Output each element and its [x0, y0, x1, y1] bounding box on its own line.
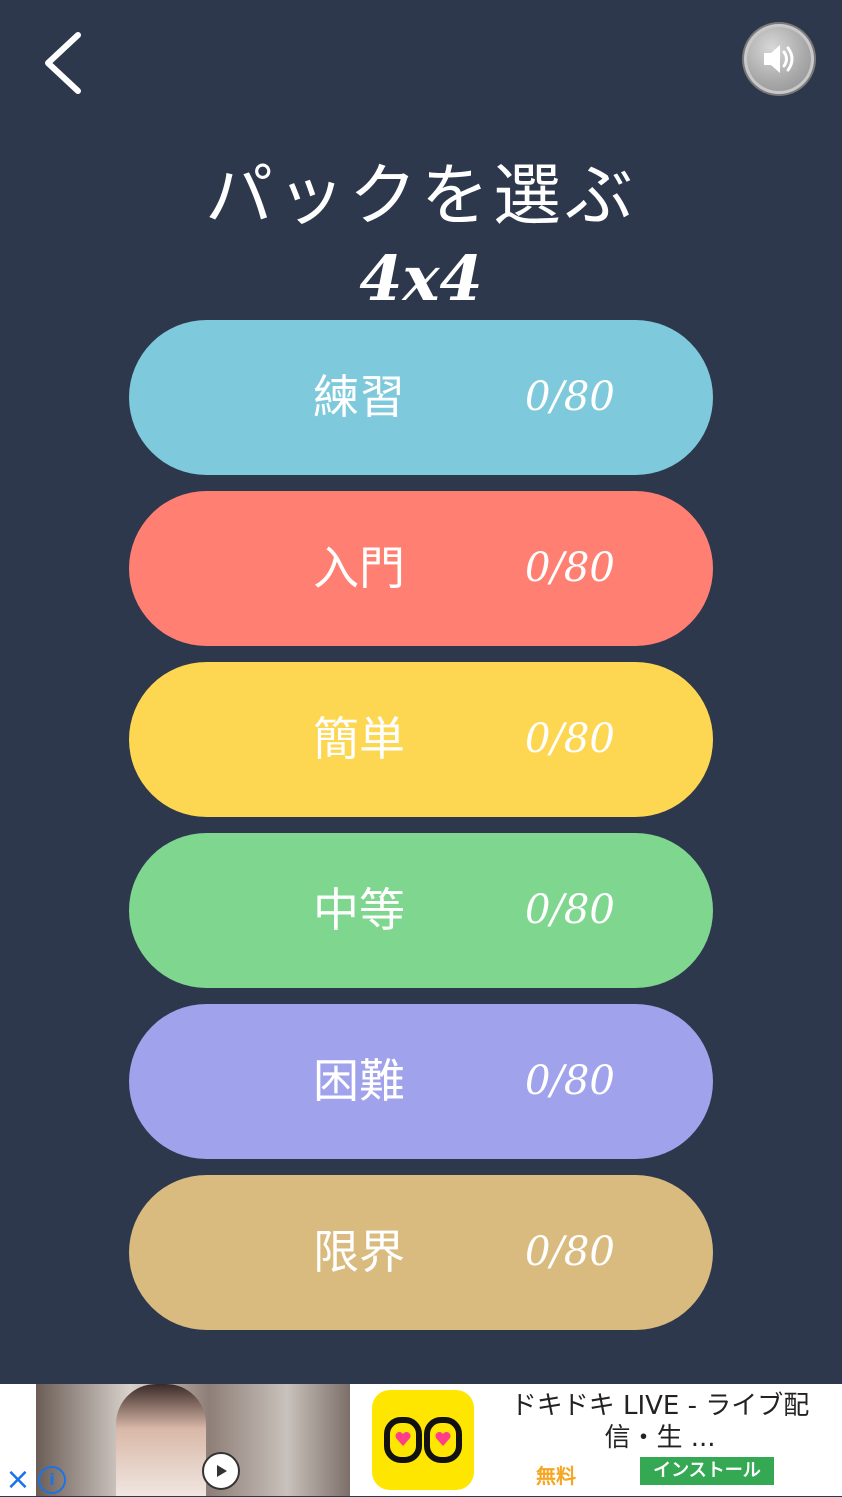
ad-video-thumbnail[interactable]	[36, 1384, 350, 1496]
pack-progress: 0/80	[525, 1058, 615, 1104]
pack-name: 困難	[313, 1054, 405, 1108]
sound-toggle-button[interactable]	[744, 24, 814, 94]
ad-install-button[interactable]: インストール	[640, 1457, 774, 1485]
pack-list: 練習 0/80 入門 0/80 簡単 0/80 中等 0/80 困難 0/80 …	[129, 320, 713, 1346]
back-button[interactable]	[30, 25, 100, 105]
speaker-on-icon	[764, 45, 794, 73]
close-icon[interactable]: ×	[4, 1465, 32, 1495]
pack-button-hard[interactable]: 困難 0/80	[129, 1004, 713, 1159]
pack-progress: 0/80	[525, 716, 615, 762]
pack-progress: 0/80	[525, 545, 615, 591]
pack-name: 練習	[313, 370, 405, 424]
info-icon[interactable]: i	[38, 1466, 66, 1494]
pack-button-practice[interactable]: 練習 0/80	[129, 320, 713, 475]
ad-app-name[interactable]: ドキドキ LIVE - ライブ配信・生 ...	[500, 1390, 820, 1454]
pack-progress: 0/80	[525, 374, 615, 420]
dokidoki-app-icon[interactable]	[372, 1390, 474, 1490]
pack-progress: 0/80	[525, 1229, 615, 1275]
play-icon[interactable]	[202, 1452, 240, 1490]
pack-size-label: 4x4	[359, 242, 483, 315]
pack-button-limit[interactable]: 限界 0/80	[129, 1175, 713, 1330]
pack-name: 入門	[313, 541, 405, 595]
pack-progress: 0/80	[525, 887, 615, 933]
pack-name: 中等	[313, 883, 405, 937]
chevron-left-icon	[45, 32, 81, 94]
pack-name: 簡単	[313, 712, 405, 766]
pack-name: 限界	[313, 1225, 405, 1279]
pack-button-medium[interactable]: 中等 0/80	[129, 833, 713, 988]
pack-button-beginner[interactable]: 入門 0/80	[129, 491, 713, 646]
pack-button-easy[interactable]: 簡単 0/80	[129, 662, 713, 817]
ad-price: 無料	[536, 1464, 576, 1488]
page-title: パックを選ぶ	[204, 157, 637, 236]
ad-video-person	[116, 1384, 206, 1496]
